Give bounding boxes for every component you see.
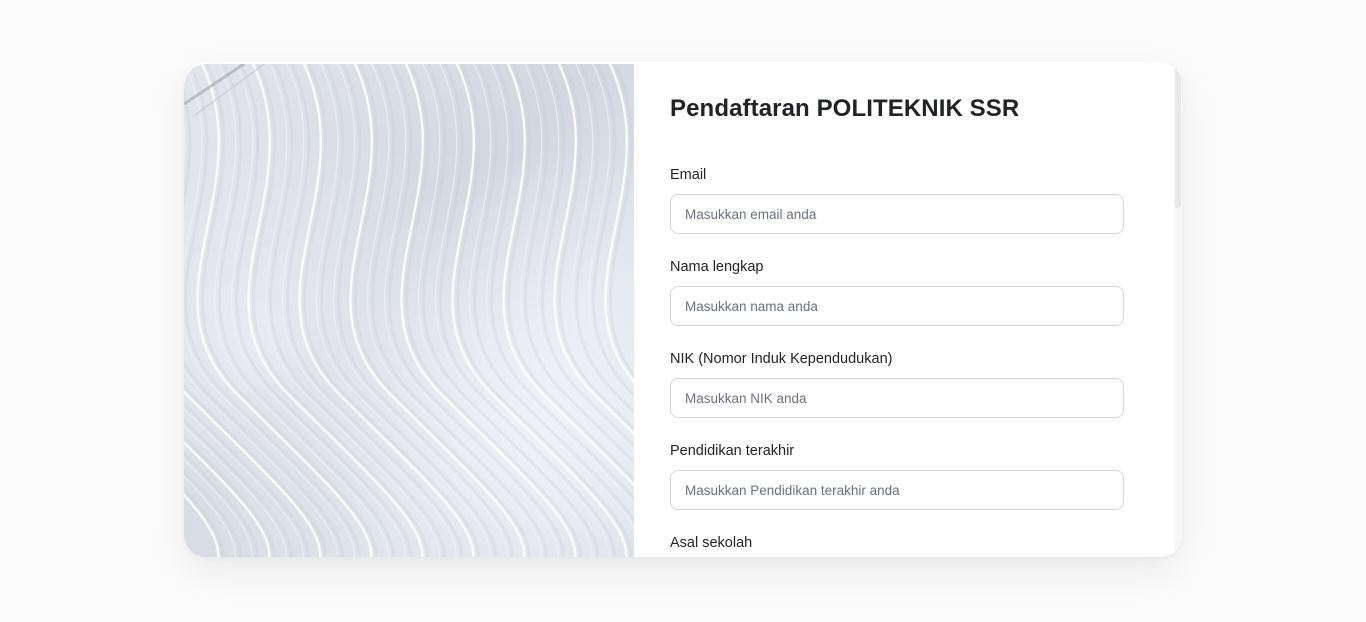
form-scrollbar[interactable] — [1174, 62, 1182, 557]
school-origin-label: Asal sekolah — [670, 535, 753, 551]
registration-card: Pendaftaran POLITEKNIK SSR Email Nama le… — [184, 62, 1182, 557]
page-title: Pendaftaran POLITEKNIK SSR — [670, 95, 1020, 122]
scrollbar-thumb[interactable] — [1175, 62, 1181, 208]
full-name-field[interactable] — [670, 286, 1124, 326]
email-field[interactable] — [670, 194, 1124, 234]
registration-form: Pendaftaran POLITEKNIK SSR Email Nama le… — [634, 62, 1174, 557]
nik-label: NIK (Nomor Induk Kependudukan) — [670, 351, 893, 367]
email-label: Email — [670, 167, 707, 183]
full-name-label: Nama lengkap — [670, 259, 764, 275]
nik-field[interactable] — [670, 378, 1124, 418]
education-field[interactable] — [670, 470, 1124, 510]
education-label: Pendidikan terakhir — [670, 443, 795, 459]
decorative-wave-image — [184, 64, 634, 557]
